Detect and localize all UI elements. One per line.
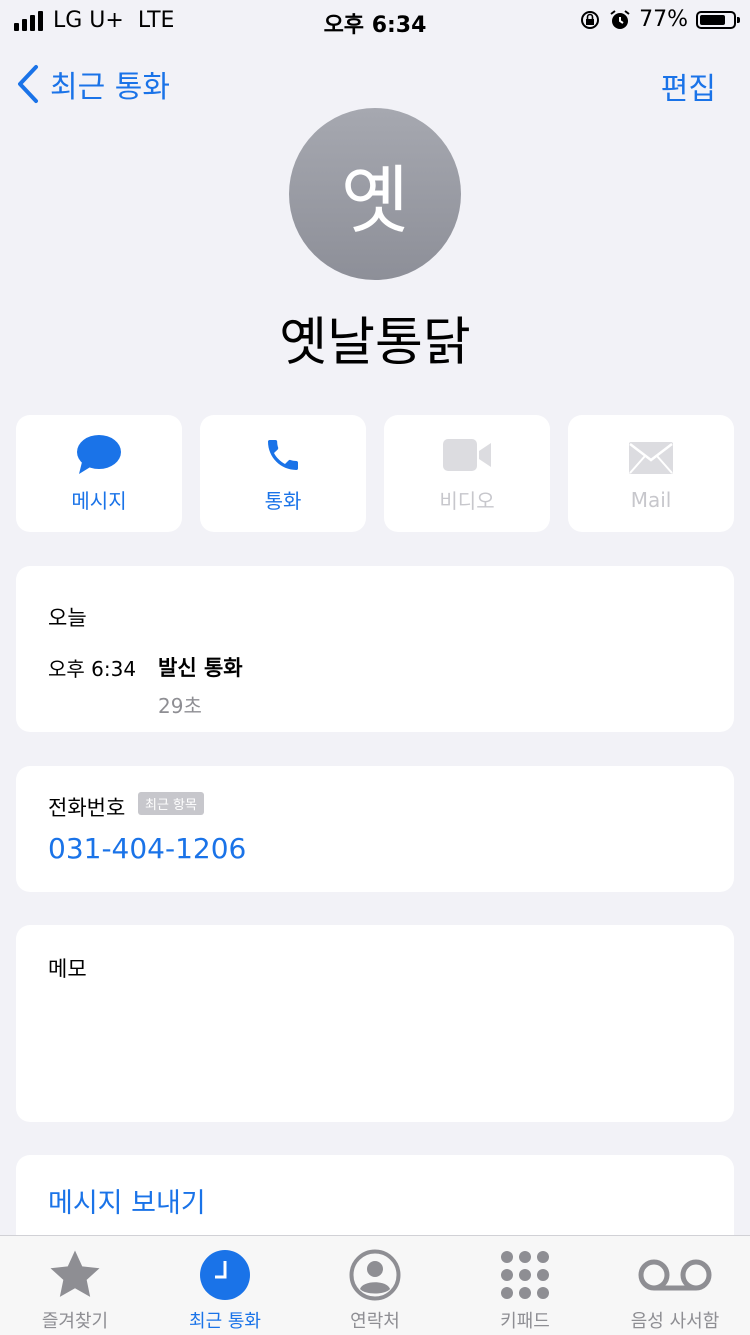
battery-percent: 77%: [639, 7, 688, 32]
action-buttons: 메시지 통화 비디오 Mail: [16, 415, 734, 532]
tab-contacts-label: 연락처: [350, 1311, 400, 1332]
phone-label: 전화번호: [48, 796, 126, 820]
tab-recents-label: 최근 통화: [189, 1311, 261, 1332]
mail-action-button[interactable]: Mail: [568, 415, 734, 532]
tab-keypad[interactable]: 키패드: [450, 1236, 600, 1335]
mail-action-label: Mail: [630, 487, 672, 512]
battery-fill: [700, 14, 725, 25]
message-action-label: 메시지: [71, 489, 127, 513]
video-icon: [443, 439, 491, 471]
memo-label: 메모: [48, 957, 87, 981]
status-right: 77%: [579, 7, 740, 32]
memo-card[interactable]: 메모: [16, 925, 734, 1122]
call-duration: 29초: [158, 694, 202, 718]
phone-icon: [268, 440, 298, 470]
keypad-icon: [501, 1251, 549, 1299]
alarm-icon: [610, 9, 630, 29]
person-circle-icon: [349, 1249, 401, 1301]
chevron-left-icon: [18, 65, 38, 103]
tab-contacts[interactable]: 연락처: [300, 1236, 450, 1335]
message-bubble-icon: [77, 435, 121, 474]
recent-calls-card: 오늘 오후 6:34 발신 통화 29초: [16, 566, 734, 732]
video-action-label: 비디오: [439, 489, 495, 513]
tab-voicemail-label: 음성 사서함: [630, 1311, 720, 1332]
avatar: 옛: [289, 108, 461, 280]
battery-icon: [696, 10, 740, 29]
tab-favorites[interactable]: 즐겨찾기: [0, 1236, 150, 1335]
call-action-label: 통화: [264, 489, 302, 513]
clock-icon: [200, 1250, 250, 1300]
avatar-initial: 옛: [340, 157, 410, 244]
tab-bar: 즐겨찾기 최근 통화 연락처 키패드 음성 사서함: [0, 1235, 750, 1335]
call-action-button[interactable]: 통화: [200, 415, 366, 532]
back-label: 최근 통화: [50, 70, 170, 105]
recent-badge: 최근 항목: [138, 792, 204, 815]
call-day: 오늘: [48, 606, 87, 630]
back-button[interactable]: 최근 통화: [16, 62, 170, 106]
star-icon: [50, 1250, 100, 1297]
phone-number-card[interactable]: 전화번호 최근 항목 031-404-1206: [16, 766, 734, 892]
tab-recents[interactable]: 최근 통화: [150, 1236, 300, 1335]
status-bar: LG U+ LTE 오후 6:34 77%: [0, 0, 750, 40]
rotation-lock-icon: [581, 10, 600, 29]
message-action-button[interactable]: 메시지: [16, 415, 182, 532]
video-action-button[interactable]: 비디오: [384, 415, 550, 532]
call-time: 오후 6:34: [48, 657, 137, 681]
contact-name: 옛날통닭: [279, 313, 471, 373]
tab-voicemail[interactable]: 음성 사서함: [600, 1236, 750, 1335]
tab-favorites-label: 즐겨찾기: [41, 1311, 109, 1332]
send-message-button[interactable]: 메시지 보내기: [48, 1181, 206, 1220]
tab-keypad-label: 키패드: [500, 1311, 550, 1332]
edit-button[interactable]: 편집: [661, 64, 716, 108]
voicemail-icon: [638, 1259, 712, 1291]
mail-icon: [629, 441, 673, 474]
call-type: 발신 통화: [158, 656, 243, 680]
phone-number-link[interactable]: 031-404-1206: [48, 832, 246, 865]
